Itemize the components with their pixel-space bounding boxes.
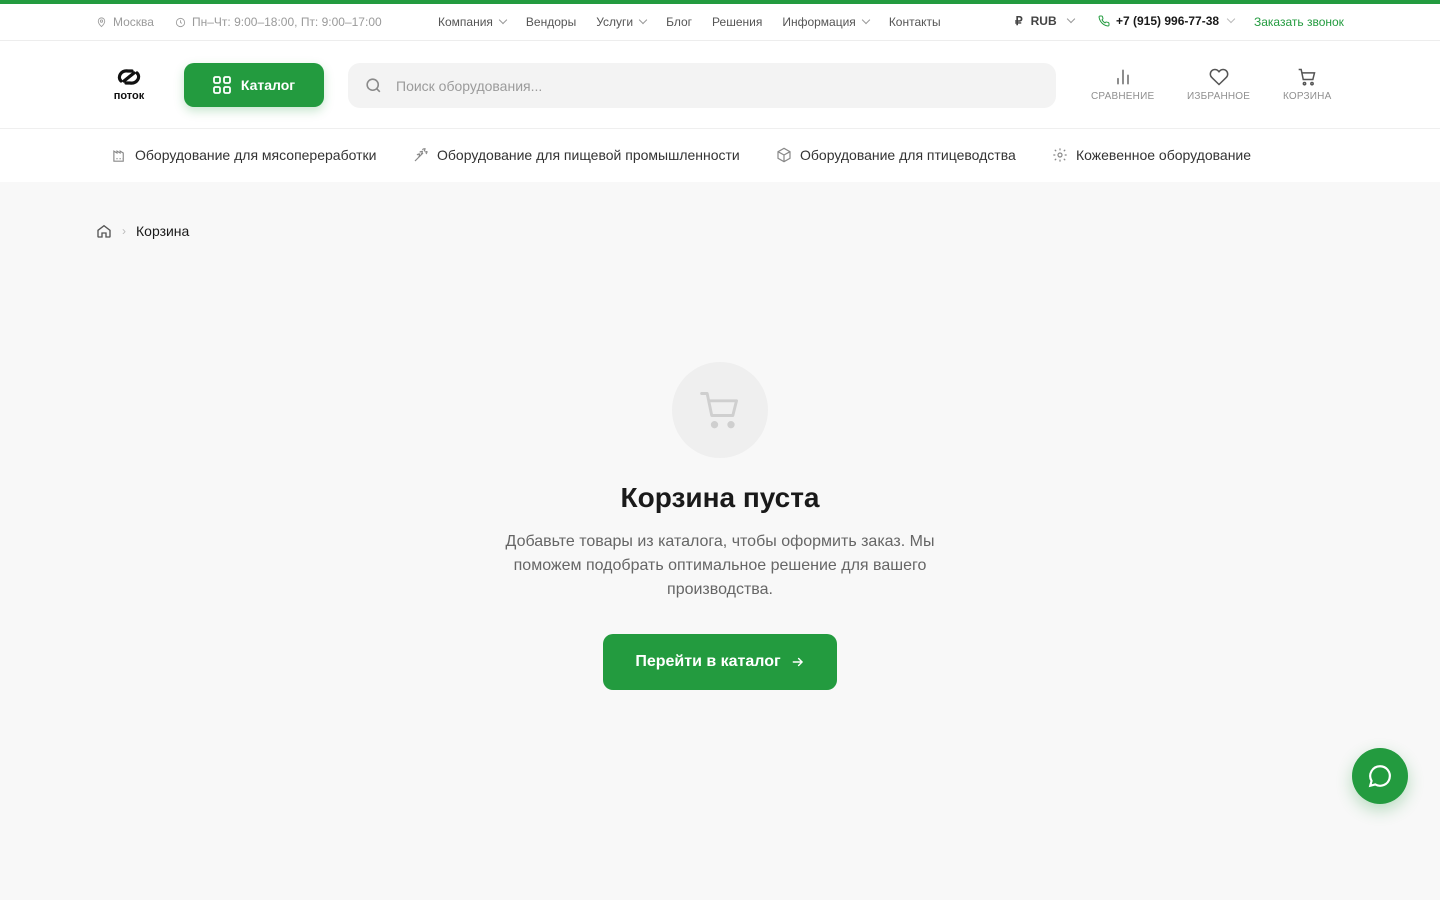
bar-chart-icon	[1116, 69, 1129, 85]
cart-label: КОРЗИНА	[1283, 91, 1332, 102]
chevron-down-icon	[498, 15, 508, 25]
category-label: Кожевенное оборудование	[1076, 147, 1252, 163]
clock-icon	[175, 17, 186, 27]
search-icon	[366, 78, 381, 93]
nav-item-contacts[interactable]: Контакты	[889, 15, 941, 29]
currency-label: RUB	[1030, 14, 1057, 28]
nav-label: Информация	[782, 15, 856, 29]
nav-label: Компания	[438, 15, 493, 29]
cart-button[interactable]: КОРЗИНА	[1283, 67, 1331, 102]
nav-label: Услуги	[596, 15, 634, 29]
category-label: Оборудование для птицеводства	[800, 147, 1016, 163]
logo[interactable]: поток	[110, 67, 148, 102]
nav-item-company[interactable]: Компания	[438, 15, 508, 29]
heart-icon	[1209, 68, 1228, 86]
currency-selector[interactable]: ₽ RUB	[1015, 14, 1075, 28]
cart-icon	[1298, 68, 1316, 86]
empty-cart-text: Добавьте товары из каталога, чтобы оформ…	[505, 533, 935, 598]
nav-item-vendors[interactable]: Вендоры	[526, 15, 576, 29]
chevron-down-icon	[1226, 14, 1236, 24]
favorites-label: ИЗБРАННОЕ	[1187, 91, 1251, 102]
catalog-button[interactable]: Каталог	[184, 63, 324, 107]
catalog-label: Каталог	[240, 77, 296, 93]
home-icon[interactable]	[96, 223, 112, 239]
wheat-icon	[414, 148, 428, 162]
search-input[interactable]	[396, 77, 1016, 94]
factory-icon	[113, 149, 124, 162]
callback-link[interactable]: Заказать звонок	[1254, 15, 1344, 29]
phone-link[interactable]: +7 (915) 996-77-38	[1098, 14, 1236, 28]
nav-label: Блог	[666, 15, 693, 29]
chevron-right-icon: ›	[122, 224, 126, 238]
top-bar: Москва Пн–Чт: 9:00–18:00, Пт: 9:00–17:00…	[0, 4, 1440, 41]
logo-text: поток	[113, 90, 145, 102]
category-label: Оборудование для мясопереработки	[135, 147, 377, 163]
favorites-button[interactable]: ИЗБРАННОЕ	[1187, 67, 1250, 102]
category-bar: Оборудование для мясопереработки Оборудо…	[0, 129, 1440, 182]
top-nav: Компания Вендоры Услуги Блог Решения Инф…	[438, 15, 961, 29]
search-bar	[348, 63, 1056, 108]
chevron-down-icon	[1066, 14, 1075, 24]
chat-button[interactable]	[1352, 748, 1408, 804]
ruble-icon: ₽	[1015, 14, 1023, 28]
gear-icon	[1053, 148, 1067, 162]
compare-label: СРАВНЕНИЕ	[1091, 91, 1155, 102]
hours-label: Пн–Чт: 9:00–18:00, Пт: 9:00–17:00	[192, 15, 382, 29]
breadcrumb: › Корзина	[96, 223, 189, 239]
empty-cart-illustration	[672, 362, 768, 458]
go-to-catalog-button[interactable]: Перейти в каталог	[603, 634, 837, 690]
category-poultry[interactable]: Оборудование для птицеводства	[776, 147, 1016, 163]
category-label: Оборудование для пищевой промышленности	[437, 147, 740, 163]
nav-label: Решения	[712, 15, 763, 29]
phone-number: +7 (915) 996-77-38	[1116, 14, 1220, 28]
category-leather[interactable]: Кожевенное оборудование	[1052, 147, 1251, 163]
nav-label: Контакты	[888, 15, 941, 29]
nav-item-solutions[interactable]: Решения	[712, 15, 762, 29]
box-icon	[777, 147, 791, 163]
nav-label: Вендоры	[525, 15, 577, 29]
breadcrumb-current: Корзина	[136, 223, 190, 239]
go-to-catalog-label: Перейти в каталог	[635, 653, 781, 670]
map-pin-icon	[97, 17, 106, 28]
arrow-right-icon	[792, 657, 803, 667]
main-header: поток Каталог СРАВНЕНИЕ ИЗБРАННОЕ КОРЗИН…	[0, 41, 1440, 129]
location[interactable]: Москва	[96, 15, 154, 29]
grid-icon	[212, 76, 231, 94]
cart-icon	[700, 392, 738, 429]
city-label: Москва	[113, 15, 154, 29]
category-food-industry[interactable]: Оборудование для пищевой промышленности	[413, 147, 740, 163]
logo-mark-icon	[117, 69, 141, 85]
working-hours: Пн–Чт: 9:00–18:00, Пт: 9:00–17:00	[175, 15, 382, 29]
phone-icon	[1098, 15, 1110, 27]
chat-bubble-icon	[1368, 765, 1391, 788]
chevron-down-icon	[861, 15, 871, 25]
chevron-down-icon	[638, 15, 648, 25]
nav-item-blog[interactable]: Блог	[666, 15, 692, 29]
nav-item-services[interactable]: Услуги	[596, 15, 648, 29]
empty-cart-title: Корзина пуста	[620, 482, 820, 513]
nav-item-information[interactable]: Информация	[782, 15, 871, 29]
category-meat-processing[interactable]: Оборудование для мясопереработки	[112, 147, 376, 163]
compare-button[interactable]: СРАВНЕНИЕ	[1091, 67, 1154, 102]
